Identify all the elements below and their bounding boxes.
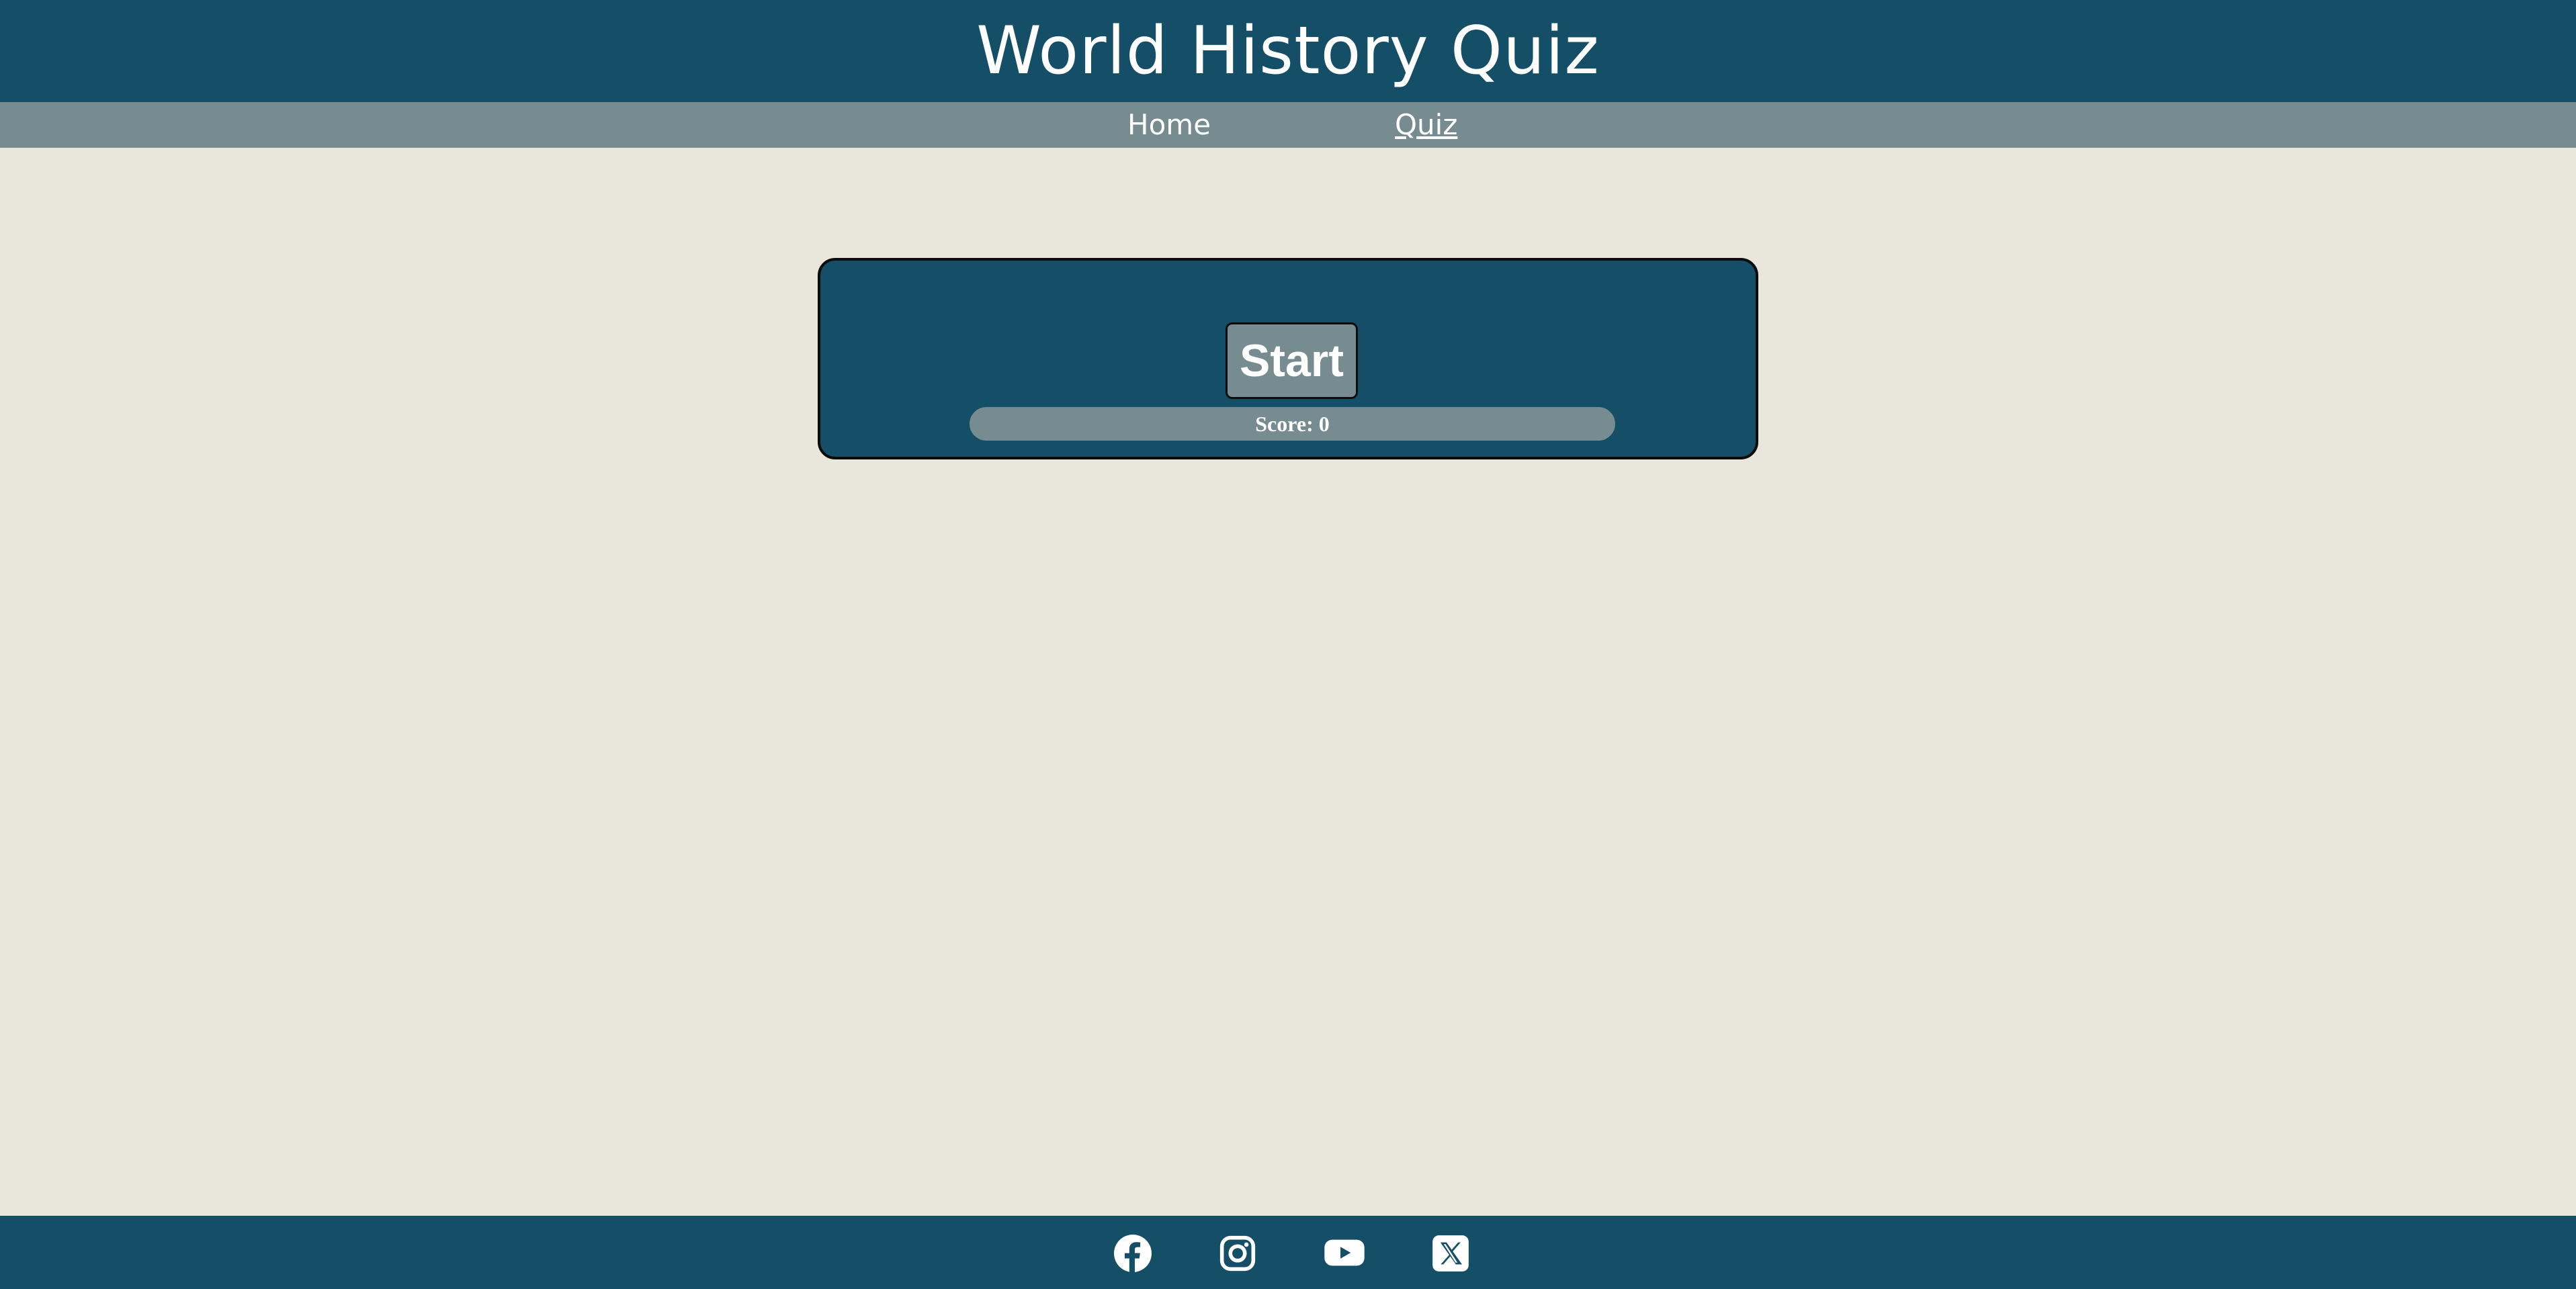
nav-link-quiz[interactable]: Quiz — [1395, 102, 1457, 148]
page: World History Quiz Home Quiz Start Score… — [0, 0, 2576, 1289]
site-header: World History Quiz — [0, 0, 2576, 102]
score-bar: Score: 0 — [970, 407, 1615, 441]
site-title: World History Quiz — [976, 13, 1600, 89]
main-nav: Home Quiz — [0, 102, 2576, 148]
site-footer — [0, 1216, 2576, 1289]
instagram-icon[interactable] — [1219, 1235, 1256, 1272]
nav-link-home[interactable]: Home — [1127, 102, 1211, 148]
facebook-icon[interactable] — [1114, 1235, 1152, 1272]
quiz-panel: Start Score: 0 — [818, 258, 1758, 459]
start-button[interactable]: Start — [1226, 322, 1358, 399]
score-label: Score: 0 — [1255, 411, 1330, 436]
x-icon[interactable] — [1432, 1235, 1469, 1272]
youtube-icon[interactable] — [1324, 1232, 1365, 1274]
